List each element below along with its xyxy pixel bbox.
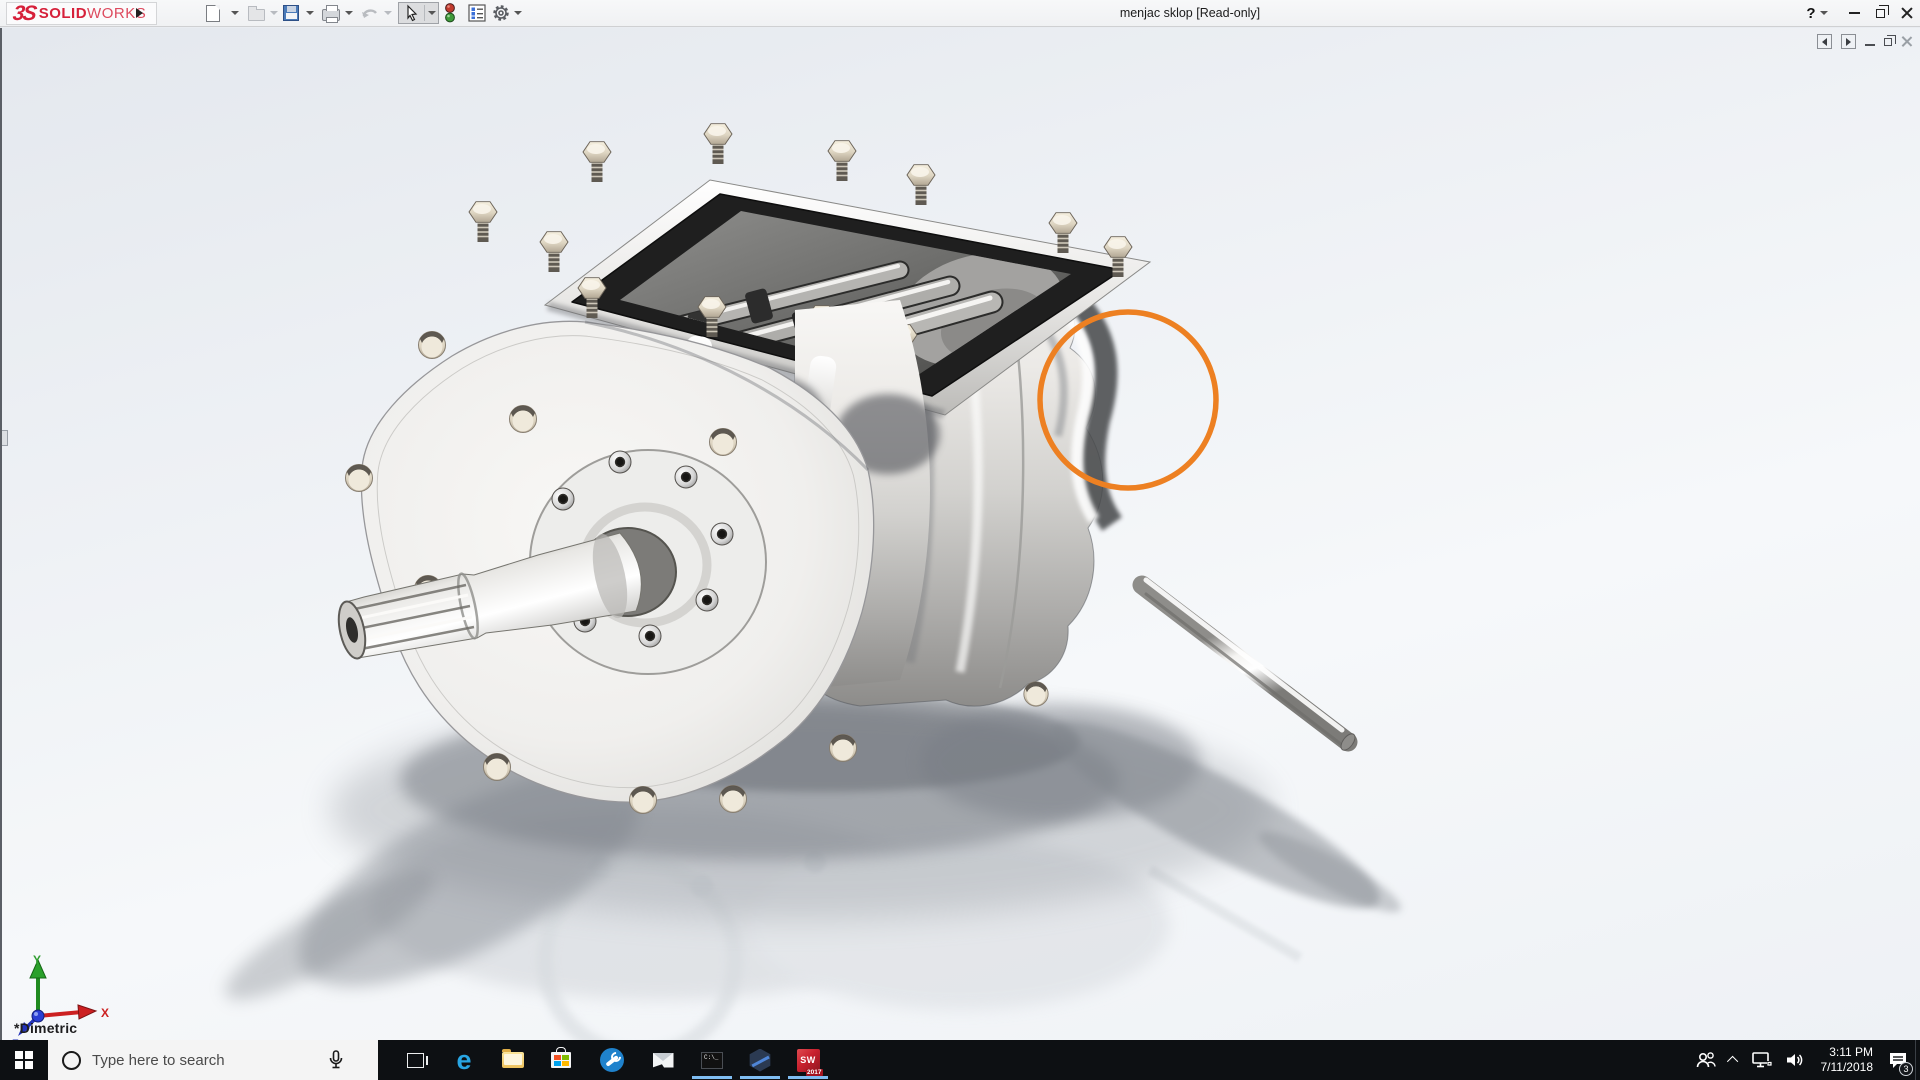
select-tool-button[interactable] (398, 2, 439, 24)
undo-icon (362, 9, 377, 18)
microphone-icon[interactable] (328, 1050, 344, 1070)
file-explorer-icon (502, 1049, 524, 1068)
print-icon (322, 5, 340, 23)
triad-x-label: X (101, 1006, 109, 1020)
tray-time: 3:11 PM (1829, 1045, 1873, 1059)
volume-icon (1786, 1054, 1802, 1066)
select-tool-dropdown[interactable] (428, 11, 436, 15)
file-properties-icon (468, 4, 486, 22)
solidworks-2017-icon: SW 2017 (796, 1048, 823, 1076)
taskbar-solidworks[interactable]: SW 2017 (785, 1040, 831, 1080)
store-icon (551, 1047, 571, 1068)
windows-logo-icon (15, 1051, 33, 1069)
volume-button[interactable] (1779, 1040, 1813, 1080)
taskbar-command-prompt[interactable]: C:\_ (689, 1040, 735, 1080)
taskbar-composer[interactable] (737, 1040, 783, 1080)
dock-pane-right-icon[interactable] (1841, 34, 1856, 49)
cortana-icon (62, 1050, 81, 1070)
show-desktop-button[interactable] (1915, 1040, 1920, 1080)
sw-cube-letters: SW (800, 1055, 816, 1065)
menu-flyout-arrow-icon[interactable] (131, 3, 147, 23)
action-center-button[interactable]: 3 (1881, 1040, 1915, 1080)
network-button[interactable] (1745, 1040, 1779, 1080)
new-document-icon (206, 4, 220, 22)
traffic-light-icon (445, 3, 455, 23)
people-icon (1696, 1052, 1716, 1068)
taskbar-search[interactable] (48, 1040, 378, 1080)
running-indicator (788, 1076, 828, 1079)
close-button[interactable] (1893, 0, 1920, 26)
running-indicator (740, 1076, 780, 1079)
sw-cube-year: 2017 (806, 1068, 823, 1076)
minimize-button[interactable] (1840, 0, 1868, 26)
minimize-icon (1848, 12, 1860, 14)
help-button[interactable]: ? (1800, 0, 1834, 26)
network-icon (1751, 1052, 1772, 1068)
new-document-dropdown[interactable] (231, 3, 239, 23)
restore-icon (1875, 5, 1889, 18)
chevron-up-icon (1726, 1055, 1738, 1068)
print-dropdown[interactable] (345, 3, 353, 23)
solidworks-logo-bold: SOLID (38, 5, 88, 22)
notification-badge: 3 (1899, 1062, 1913, 1076)
save-icon (283, 5, 299, 21)
feature-panel-handle[interactable] (2, 430, 8, 446)
help-dropdown[interactable] (1819, 11, 1828, 15)
window-title: menjac sklop [Read-only] (1119, 6, 1261, 20)
wrench-circle-icon (600, 1048, 624, 1072)
edge-icon: e (456, 1044, 472, 1075)
tray-date: 7/11/2018 (1820, 1060, 1874, 1074)
open-dropdown[interactable] (270, 3, 278, 23)
start-button[interactable] (0, 1040, 48, 1080)
mail-icon (652, 1052, 674, 1068)
flange-bolt (1023, 681, 1049, 707)
restore-button[interactable] (1866, 0, 1894, 26)
options-button[interactable] (491, 3, 511, 23)
open-icon (248, 5, 265, 21)
tray-overflow-button[interactable] (1723, 1040, 1745, 1080)
doc-restore-button[interactable] (1884, 34, 1896, 46)
output-shaft[interactable] (1132, 575, 1358, 753)
tray-clock[interactable]: 3:11 PM 7/11/2018 (1813, 1045, 1882, 1075)
print-button[interactable] (322, 3, 340, 23)
open-button[interactable] (248, 3, 265, 23)
doc-minimize-button[interactable] (1865, 38, 1875, 46)
graphics-viewport[interactable]: Y X Z *Dimetric (0, 28, 1920, 1040)
task-view-button[interactable] (392, 1040, 438, 1080)
hexagon-app-icon (749, 1048, 771, 1072)
file-properties-button[interactable] (468, 3, 486, 23)
feature-panel-edge[interactable] (0, 28, 2, 1040)
windows-taskbar: e C:\_ SW 2017 (0, 1040, 1920, 1080)
titlebar: 3S SOLID WORKS menjac sklop [Read-only] … (0, 0, 1920, 27)
command-prompt-icon: C:\_ (701, 1051, 723, 1069)
taskbar-mail[interactable] (640, 1040, 686, 1080)
save-dropdown[interactable] (306, 3, 314, 23)
options-dropdown[interactable] (514, 3, 522, 23)
taskbar-file-explorer[interactable] (490, 1040, 536, 1080)
gearbox-3d-model[interactable] (0, 28, 1920, 1040)
taskbar-store[interactable] (538, 1040, 584, 1080)
view-orientation-label: *Dimetric (14, 1020, 78, 1036)
task-view-icon (406, 1052, 428, 1068)
dock-pane-left-icon[interactable] (1817, 34, 1832, 49)
help-label: ? (1806, 4, 1816, 22)
solidworks-logo-glyph: 3S (11, 1, 37, 25)
document-window-controls (1817, 34, 1912, 49)
close-icon (1901, 7, 1913, 19)
select-cursor-icon (407, 4, 418, 22)
system-tray: 3:11 PM 7/11/2018 3 (1689, 1040, 1920, 1080)
search-input[interactable] (92, 1051, 322, 1069)
undo-dropdown[interactable] (384, 3, 392, 23)
taskbar-edge[interactable]: e (441, 1040, 487, 1080)
rebuild-button[interactable] (444, 3, 456, 23)
undo-button[interactable] (360, 3, 380, 23)
save-button[interactable] (283, 3, 299, 23)
doc-close-button[interactable] (1901, 36, 1912, 47)
people-button[interactable] (1689, 1040, 1723, 1080)
new-document-button[interactable] (206, 3, 220, 23)
running-indicator (692, 1076, 732, 1079)
taskbar-settings[interactable] (589, 1040, 635, 1080)
options-gear-icon (493, 5, 509, 21)
triad-y-label: Y (33, 953, 41, 967)
